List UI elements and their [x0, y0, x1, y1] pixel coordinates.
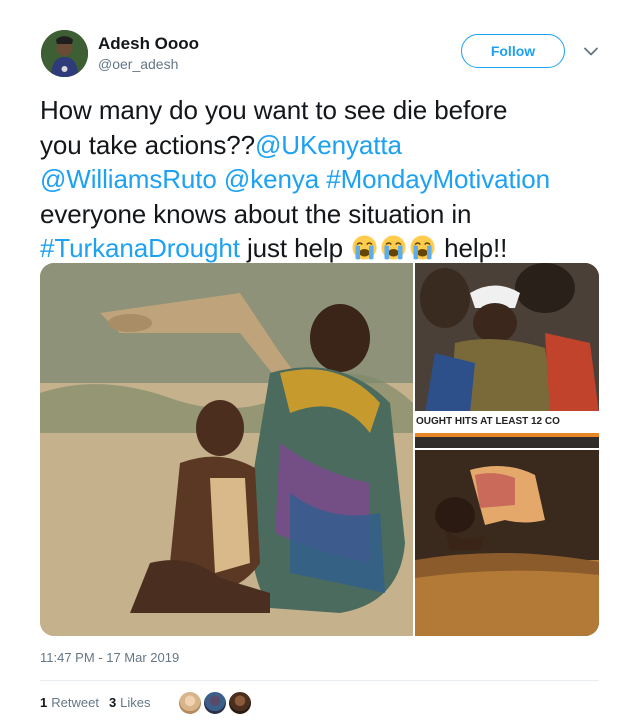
- likes-label: Likes: [120, 695, 151, 710]
- tweet-stats: 1 Retweet 3 Likes: [40, 695, 161, 710]
- hashtag-mondaymotivation[interactable]: #MondayMotivation: [326, 164, 550, 194]
- retweets-label: Retweet: [51, 695, 99, 710]
- media-grid: OUGHT HITS AT LEAST 12 CO: [40, 263, 599, 636]
- follow-button[interactable]: Follow: [461, 34, 565, 68]
- photo-main[interactable]: [40, 263, 413, 636]
- liker-avatar[interactable]: [178, 691, 202, 715]
- retweets-count: 1: [40, 695, 48, 710]
- mention-kenya[interactable]: @kenya: [224, 164, 319, 194]
- loudly-crying-face-icon: [381, 235, 406, 260]
- avatar-image: [41, 30, 88, 77]
- likes-count: 3: [108, 695, 117, 710]
- tweet-text-segment: you take actions??: [40, 129, 256, 160]
- tweet-line-3: @WilliamsRuto @kenya #MondayMotivation: [40, 162, 606, 197]
- tweet-line-2: you take actions??@UKenyatta: [40, 128, 606, 163]
- tweet-line-5: #TurkanaDrought just help help!!: [40, 231, 606, 266]
- likes-stat[interactable]: 3 Likes: [109, 695, 151, 710]
- avatar[interactable]: [41, 30, 88, 77]
- divider: [40, 680, 599, 681]
- tweet-text: How many do you want to see die before y…: [40, 93, 606, 266]
- tweet-text-segment: everyone knows about the situation in: [40, 198, 472, 229]
- tweet-line-4: everyone knows about the situation in: [40, 197, 606, 232]
- chevron-down-icon[interactable]: [582, 42, 600, 60]
- photo-child-water-image: [415, 450, 599, 636]
- tweet-timestamp[interactable]: 11:47 PM - 17 Mar 2019: [40, 650, 179, 665]
- hashtag-turkanadrought[interactable]: #TurkanaDrought: [40, 233, 240, 263]
- tweet-text-segment: help!!: [437, 233, 508, 263]
- loudly-crying-face-icon: [410, 235, 435, 260]
- photo-news-crowd[interactable]: OUGHT HITS AT LEAST 12 CO: [415, 263, 599, 448]
- photo-news-crowd-image: [415, 263, 599, 413]
- tweet-text-segment: just help: [239, 233, 351, 263]
- liker-avatar[interactable]: [228, 691, 252, 715]
- tweet-line-1: How many do you want to see die before: [40, 93, 606, 128]
- mention-williamsruto[interactable]: @WilliamsRuto: [40, 164, 217, 194]
- photo-child-water[interactable]: [415, 450, 599, 636]
- author-handle[interactable]: @oer_adesh: [98, 56, 178, 72]
- news-banner: OUGHT HITS AT LEAST 12 CO: [415, 411, 599, 437]
- photo-main-image: [40, 263, 413, 636]
- liker-avatar[interactable]: [203, 691, 227, 715]
- author-name[interactable]: Adesh Oooo: [98, 34, 199, 54]
- mention-ukenyatta[interactable]: @UKenyatta: [255, 130, 402, 160]
- retweets-stat[interactable]: 1 Retweet: [40, 695, 99, 710]
- tweet-text-segment: How many do you want to see die before: [40, 95, 508, 125]
- tweet-card: Adesh Oooo @oer_adesh Follow How many do…: [0, 0, 626, 728]
- likers-avatars: [178, 691, 253, 715]
- loudly-crying-face-icon: [352, 235, 377, 260]
